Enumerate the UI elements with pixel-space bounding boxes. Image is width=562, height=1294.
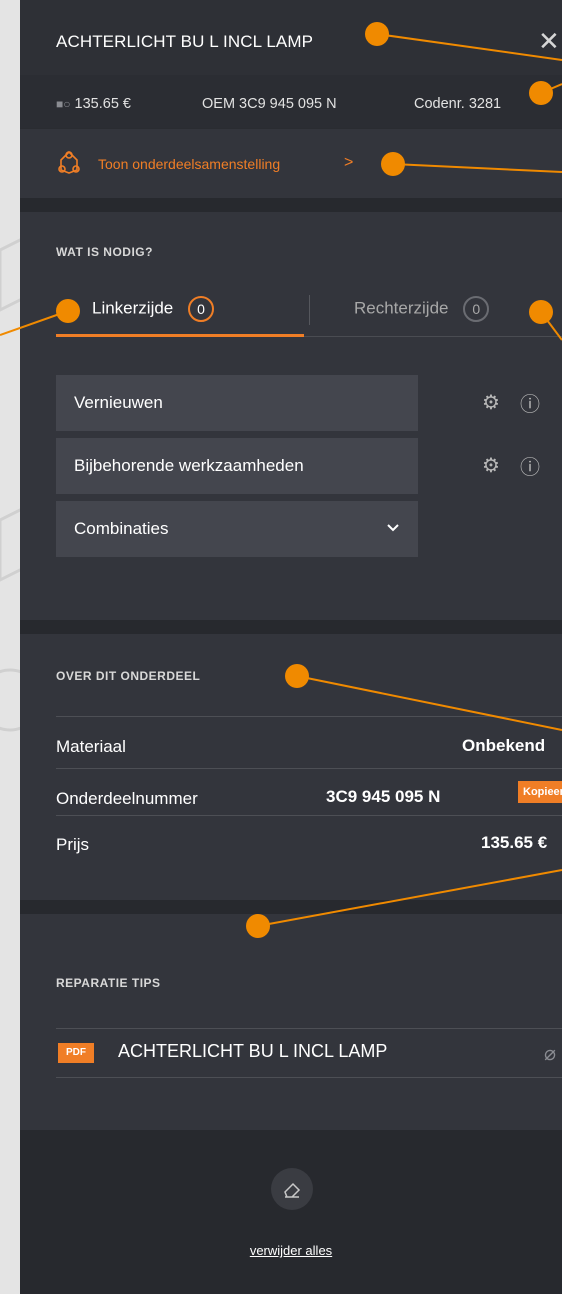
part-number-label: Onderdeelnummer	[56, 789, 198, 808]
info-icon[interactable]: ⓘ	[520, 451, 540, 480]
eraser-button[interactable]	[271, 1168, 313, 1210]
tab-separator	[309, 295, 310, 325]
material-label: Materiaal	[56, 737, 126, 756]
tab-left[interactable]: Linkerzijde 0	[92, 296, 214, 322]
price-icon: ■○	[56, 97, 71, 111]
panel-footer	[20, 1130, 562, 1294]
tab-right[interactable]: Rechterzijde 0	[354, 296, 490, 322]
attachment-icon: ⌀	[544, 1043, 557, 1065]
price-label: Prijs	[56, 835, 90, 854]
part-detail-panel: ACHTERLICHT BU L INCL LAMP ✕ ■○ 135.65 €…	[20, 0, 562, 1294]
tab-right-label: Rechterzijde	[354, 298, 449, 318]
tab-baseline	[304, 336, 562, 337]
section-divider	[20, 900, 562, 914]
active-tab-indicator	[56, 334, 304, 337]
section-divider	[20, 620, 562, 634]
gear-icon[interactable]: ⚙	[482, 390, 500, 415]
row-divider	[56, 815, 562, 816]
combinations-dropdown[interactable]: Combinaties	[56, 501, 418, 557]
related-work-button[interactable]: Bijbehorende werkzaamheden	[56, 438, 418, 494]
material-value: Onbekend	[462, 736, 546, 755]
about-heading: OVER DIT ONDERDEEL	[56, 669, 201, 683]
renew-button[interactable]: Vernieuwen	[56, 375, 418, 431]
price-text: 135.65 €	[74, 96, 131, 112]
copy-button[interactable]: Kopieer	[518, 781, 562, 803]
chevron-right-icon: >	[344, 154, 354, 171]
tab-left-count: 0	[188, 296, 214, 322]
price-value: 135.65 €	[481, 833, 548, 852]
tip-item[interactable]: PDF ACHTERLICHT BU L INCL LAMP ⌀	[56, 1028, 562, 1078]
chevron-down-icon	[387, 524, 399, 532]
needed-heading: WAT IS NODIG?	[56, 245, 153, 259]
pdf-badge: PDF	[58, 1043, 94, 1063]
section-divider	[20, 198, 562, 212]
row-divider	[56, 768, 562, 769]
tab-left-label: Linkerzijde	[92, 298, 174, 318]
oem-meta: OEM 3C9 945 095 N	[202, 96, 337, 112]
clear-all-link[interactable]: verwijder alles	[20, 1243, 562, 1258]
combinations-label: Combinaties	[74, 519, 169, 538]
info-icon[interactable]: ⓘ	[520, 388, 540, 417]
gear-icon[interactable]: ⚙	[482, 453, 500, 478]
tab-right-count: 0	[463, 296, 490, 322]
tips-heading: REPARATIE TIPS	[56, 976, 161, 990]
assembly-link-label[interactable]: Toon onderdeelsamenstelling	[98, 156, 280, 172]
assembly-link-row[interactable]: Toon onderdeelsamenstelling >	[20, 128, 562, 198]
eraser-icon	[284, 1182, 301, 1198]
row-divider	[56, 716, 562, 717]
price-meta: ■○ 135.65 €	[56, 96, 131, 112]
close-icon[interactable]: ✕	[538, 28, 562, 54]
part-title: ACHTERLICHT BU L INCL LAMP	[56, 32, 314, 51]
part-number-value: 3C9 945 095 N	[326, 787, 441, 806]
assembly-icon	[58, 150, 80, 174]
code-meta: Codenr. 3281	[414, 96, 502, 112]
tip-name[interactable]: ACHTERLICHT BU L INCL LAMP	[118, 1041, 387, 1062]
